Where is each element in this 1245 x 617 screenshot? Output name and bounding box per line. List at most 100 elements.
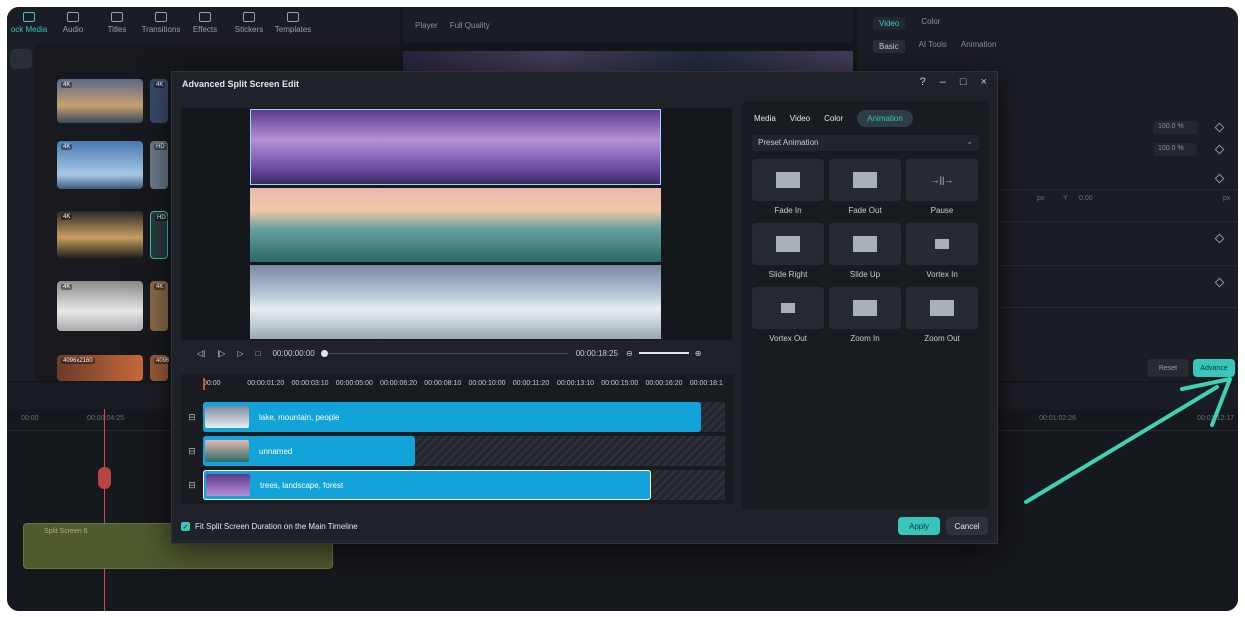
minimize-icon[interactable]: – [940,76,946,88]
tool-transitions[interactable]: Transitions [139,7,183,43]
tool-audio[interactable]: Audio [51,7,95,43]
tab-video[interactable]: Video [790,114,810,123]
effects-icon [199,12,211,22]
transition-icon [155,12,167,22]
film-icon: ⊟ [188,479,196,490]
tab-color[interactable]: Color [824,114,843,123]
subtab-basic[interactable]: Basic [873,40,905,53]
anim-slide-up[interactable]: Slide Up [829,223,901,279]
chevron-down-icon: ⌄ [966,137,973,146]
media-nav [7,43,35,381]
ruler-tick-label: 00:00:06:20 [380,380,417,387]
pause-icon: →||→ [930,175,954,185]
clip-thumbnail [205,440,249,462]
keyframe-icon[interactable] [1214,277,1225,288]
tab-media[interactable]: Media [754,114,776,123]
pos-x-unit: px [1037,195,1045,202]
scrub-track[interactable] [327,352,568,354]
media-thumb[interactable]: 4K [57,281,143,331]
anim-zoom-out[interactable]: Zoom Out [906,287,978,343]
maximize-icon[interactable]: □ [960,76,967,88]
preview-frame [403,51,853,73]
media-nav-item[interactable] [10,49,32,69]
close-icon[interactable]: × [981,76,987,88]
anim-zoom-in[interactable]: Zoom In [829,287,901,343]
pos-y-label: Y [1063,195,1068,202]
anim-vortex-out[interactable]: Vortex Out [752,287,824,343]
split-slot-beach[interactable] [250,188,661,262]
anim-fade-out[interactable]: Fade Out [829,159,901,215]
keyframe-icon[interactable] [1214,233,1225,244]
tool-stickers[interactable]: Stickers [227,7,271,43]
split-slot-lake[interactable] [250,265,661,339]
media-thumb[interactable]: 4K [150,281,168,331]
dialog-timeline: 00:00 00:00:01:20 00:00:03:10 00:00:05:00 00… [181,374,734,504]
subtab-ai-tools[interactable]: AI Tools [919,40,947,53]
keyframe-icon[interactable] [1214,122,1225,133]
media-thumb[interactable]: HD [150,211,168,259]
tab-color[interactable]: Color [921,17,940,30]
play-icon[interactable]: ▷ [237,349,243,358]
anim-pause[interactable]: →||→ Pause [906,159,978,215]
pos-y-unit: px [1223,195,1231,202]
ruler-tick-label: 00:00:15:00 [601,380,639,387]
track-row: ⊟ trees, landscape, forest [181,470,734,500]
keyframe-icon[interactable] [1214,144,1225,155]
slide-right-icon [776,236,800,252]
ruler-tick-label: 00:00:16:20 [645,380,683,387]
media-thumb[interactable]: 4K [57,211,143,259]
media-thumb[interactable]: 4K [150,79,168,123]
next-frame-icon[interactable]: |▷ [217,349,225,358]
fade-in-icon [776,172,800,188]
current-time: 00:00:00:00 [272,348,315,358]
checkbox-checked-icon[interactable]: ✓ [181,522,190,531]
player-label: Player [415,20,438,30]
tool-stock-media[interactable]: ock Media [7,7,51,43]
zoom-out-icon[interactable]: ⊖ [626,349,633,358]
cancel-button[interactable]: Cancel [946,517,988,535]
pos-y-value[interactable]: 0.00 [1079,195,1093,202]
tool-titles[interactable]: Titles [95,7,139,43]
tab-video[interactable]: Video [873,17,906,30]
playhead-handle[interactable] [98,467,111,489]
tool-effects[interactable]: Effects [183,7,227,43]
dialog-ruler[interactable]: 00:00 00:00:01:20 00:00:03:10 00:00:05:00 00… [203,380,734,402]
ruler-tick-label: 00:00:11:20 [512,380,550,387]
slide-up-icon [853,236,877,252]
track-clip[interactable]: trees, landscape, forest [203,470,651,500]
tab-animation[interactable]: Animation [857,110,913,127]
split-slot-forest[interactable] [250,109,661,185]
playhead[interactable] [104,409,105,611]
media-thumb[interactable]: 4K [57,141,143,189]
advanced-split-screen-dialog: Advanced Split Screen Edit ? – □ × ◁| |▷… [171,71,998,544]
dialog-playhead[interactable] [203,378,205,390]
zoom-slider[interactable] [638,352,689,354]
anim-slide-right[interactable]: Slide Right [752,223,824,279]
ruler-tick-label: 00:00:01:20 [247,380,285,387]
apply-button[interactable]: Apply [898,517,940,535]
media-thumb[interactable]: 4096x2160 [57,355,143,381]
media-thumb[interactable]: HD [150,141,168,189]
anim-fade-in[interactable]: Fade In [752,159,824,215]
help-icon[interactable]: ? [920,76,926,88]
media-thumb[interactable]: 4K [57,79,143,123]
stop-icon[interactable]: □ [256,349,261,358]
track-clip[interactable]: unnamed [203,436,415,466]
scale-x-field[interactable]: 100.0 % [1153,121,1197,134]
track-clip[interactable]: lake, mountain, people [203,402,701,432]
scale-y-field[interactable]: 100.0 % [1153,143,1197,156]
anim-vortex-in[interactable]: Vortex In [906,223,978,279]
preset-animation-select[interactable]: Preset Animation ⌄ [752,135,979,151]
scrub-knob[interactable] [320,349,328,357]
zoom-out-icon [930,300,954,316]
prev-frame-icon[interactable]: ◁| [197,349,205,358]
quality-select[interactable]: Full Quality [450,21,490,30]
zoom-in-icon[interactable]: ⊕ [695,349,702,358]
tool-templates[interactable]: Templates [271,7,315,43]
media-toolbar: ock Media Audio Titles Transitions Effec… [7,7,400,43]
fit-duration-option[interactable]: ✓ Fit Split Screen Duration on the Main … [181,522,358,531]
subtab-animation[interactable]: Animation [961,40,997,53]
keyframe-icon[interactable] [1214,173,1225,184]
media-thumb[interactable]: 4096 [150,355,172,381]
ruler-tick-label: 00:00:10:00 [468,380,506,387]
